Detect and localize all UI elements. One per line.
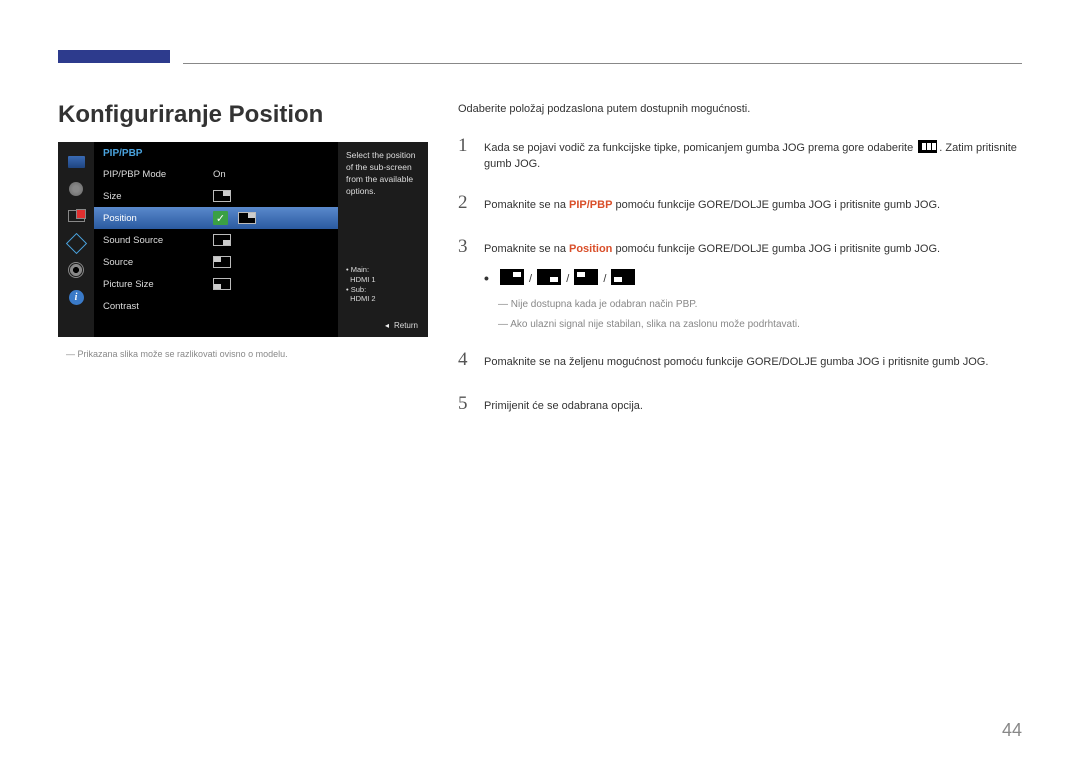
step5-text: Primijenit će se odabrana opcija. <box>484 398 1022 415</box>
onscreen-icon <box>67 234 85 252</box>
system-icon <box>67 261 85 279</box>
step3-text-a: Pomaknite se na <box>484 243 569 255</box>
step-5: 5 Primijenit će se odabrana opcija. <box>458 390 1022 419</box>
osd-sidebar: i <box>58 142 94 337</box>
step3-text-b: pomoću funkcije GORE/DOLJE gumba JOG i p… <box>612 243 940 255</box>
osd-main: PIP/PBP PIP/PBP Mode On Size Position ✓ … <box>94 142 338 337</box>
step2-text-a: Pomaknite se na <box>484 199 569 211</box>
osd-row-position: Position ✓ <box>94 207 338 229</box>
osd-return-label: Return <box>385 320 418 331</box>
step-number: 4 <box>458 346 472 375</box>
subnote-1: Nije dostupna kada je odabran način PBP. <box>498 297 1022 312</box>
header-divider <box>183 63 1022 64</box>
step-number: 3 <box>458 233 472 262</box>
pip-bottom-left-icon <box>611 269 635 285</box>
subnotes: Nije dostupna kada je odabran način PBP.… <box>498 297 1022 332</box>
pip-top-right-icon <box>238 212 256 224</box>
osd-row-contrast: Contrast <box>94 295 338 317</box>
osd-menu-title: PIP/PBP <box>94 142 338 163</box>
pip-top-right-icon <box>213 190 231 202</box>
pip-bottom-left-icon <box>213 278 231 290</box>
picture-icon <box>67 153 85 171</box>
pip-top-left-icon <box>574 269 598 285</box>
osd-row-size: Size <box>94 185 338 207</box>
step1-text-a: Kada se pojavi vodič za funkcijske tipke… <box>484 142 913 154</box>
osd-source-info: • Main: HDMI 1 • Sub: HDMI 2 <box>346 265 376 304</box>
step2-highlight: PIP/PBP <box>569 199 612 211</box>
osd-screenshot: i PIP/PBP PIP/PBP Mode On Size Position … <box>58 142 428 337</box>
step-number: 2 <box>458 189 472 218</box>
step4-text: Pomaknite se na željenu mogućnost pomoću… <box>484 354 1022 371</box>
position-options: • / / / <box>484 268 1022 289</box>
page-title: Konfiguriranje Position <box>58 101 323 129</box>
pip-top-left-icon <box>213 256 231 268</box>
step-2: 2 Pomaknite se na PIP/PBP pomoću funkcij… <box>458 189 1022 218</box>
pip-top-right-icon <box>500 269 524 285</box>
osd-mode-value: On <box>213 169 226 180</box>
page-number: 44 <box>1002 720 1022 741</box>
osd-row-soundsource: Sound Source <box>94 229 338 251</box>
menu-icon <box>918 140 937 153</box>
step-4: 4 Pomaknite se na željenu mogućnost pomo… <box>458 346 1022 375</box>
osd-size-label: Size <box>103 191 213 202</box>
header-accent-bar <box>58 50 170 63</box>
image-disclaimer: Prikazana slika može se razlikovati ovis… <box>66 349 288 359</box>
osd-hint-panel: Select the position of the sub-screen fr… <box>338 142 428 337</box>
step2-text-b: pomoću funkcije GORE/DOLJE gumba JOG i p… <box>612 199 940 211</box>
color-icon <box>67 180 85 198</box>
osd-row-picturesize: Picture Size <box>94 273 338 295</box>
osd-source-label: Source <box>103 257 213 268</box>
info-icon: i <box>67 288 85 306</box>
step-number: 5 <box>458 390 472 419</box>
pip-bottom-right-icon <box>213 234 231 246</box>
osd-picturesize-label: Picture Size <box>103 279 213 290</box>
step3-highlight: Position <box>569 243 612 255</box>
osd-hint-text: Select the position of the sub-screen fr… <box>346 150 420 198</box>
subnote-2: Ako ulazni signal nije stabilan, slika n… <box>498 317 1022 332</box>
osd-soundsource-label: Sound Source <box>103 235 213 246</box>
osd-mode-label: PIP/PBP Mode <box>103 169 213 180</box>
content-column: Odaberite položaj podzaslona putem dostu… <box>458 101 1022 419</box>
osd-row-source: Source <box>94 251 338 273</box>
osd-position-label: Position <box>103 213 213 224</box>
step-number: 1 <box>458 132 472 161</box>
osd-row-mode: PIP/PBP Mode On <box>94 163 338 185</box>
step-1: 1 Kada se pojavi vodič za funkcijske tip… <box>458 132 1022 173</box>
content-intro: Odaberite položaj podzaslona putem dostu… <box>458 101 1022 118</box>
pip-bottom-right-icon <box>537 269 561 285</box>
step-3: 3 Pomaknite se na Position pomoću funkci… <box>458 233 1022 262</box>
pipbp-icon <box>67 207 85 225</box>
osd-contrast-label: Contrast <box>103 301 213 312</box>
check-icon: ✓ <box>213 211 228 225</box>
